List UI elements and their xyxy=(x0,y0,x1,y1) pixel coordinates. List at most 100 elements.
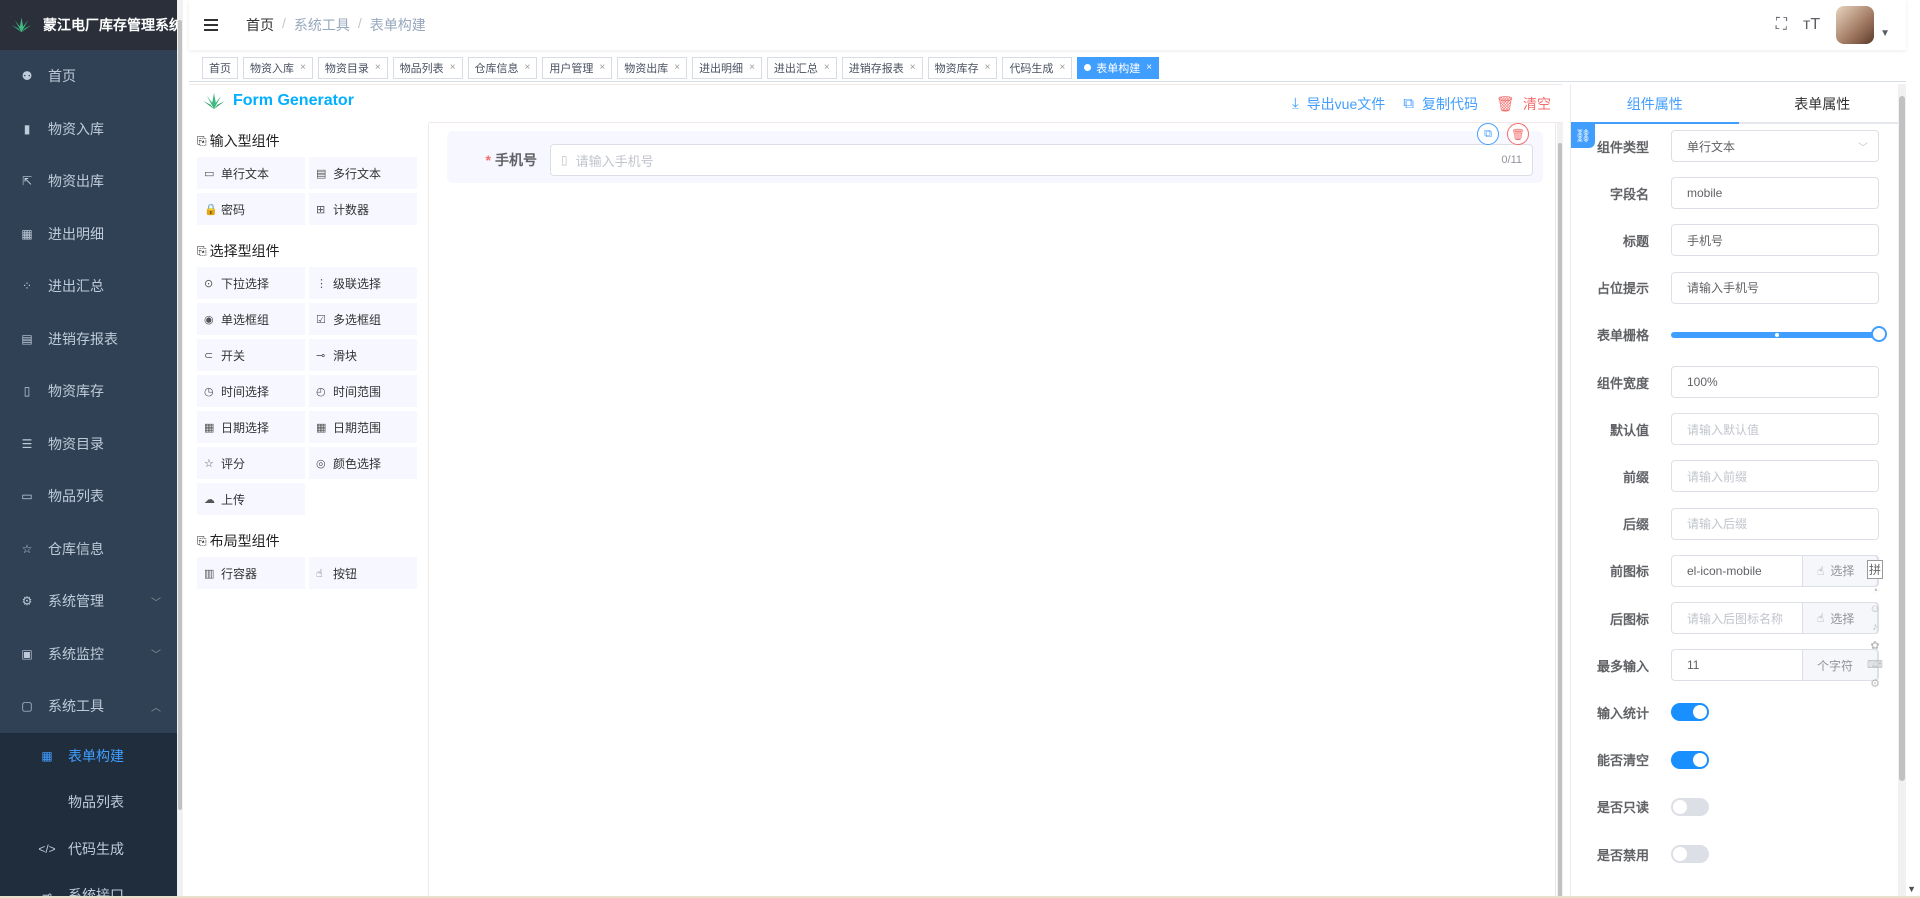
sidebar-item-6[interactable]: ▯ 物资库存 xyxy=(0,365,183,418)
component-item[interactable]: ⊂ 开关 xyxy=(197,339,305,371)
component-item[interactable]: ⊞ 计数器 xyxy=(309,193,417,225)
component-item[interactable]: ⊸ 滑块 xyxy=(309,339,417,371)
sidebar-item-2[interactable]: ⇱ 物资出库 xyxy=(0,155,183,208)
caret-down-icon[interactable]: ▼ xyxy=(1880,28,1890,39)
prop-input[interactable]: 手机号 xyxy=(1671,224,1879,257)
submenu-item-3[interactable]: ⊸ 系统接口 xyxy=(0,872,183,898)
sidebar-item-10[interactable]: ⚙ 系统管理 ﹀ xyxy=(0,575,183,628)
ime-keyboard-icon[interactable]: ⌨ xyxy=(1867,658,1883,671)
prop-input[interactable]: el-icon-mobile ☝ 选择 xyxy=(1671,554,1879,587)
prop-switch[interactable] xyxy=(1671,750,1709,769)
ime-pinyin-key[interactable]: 拼 xyxy=(1866,560,1883,579)
form-item-mobile[interactable]: * 手机号 ▯ 请输入手机号 0/11 ⧉ 🗑 xyxy=(447,123,1543,183)
component-item[interactable]: 🔒 密码 xyxy=(197,193,305,225)
close-icon[interactable]: × xyxy=(450,62,456,73)
close-icon[interactable]: × xyxy=(985,62,991,73)
prop-input[interactable]: 请输入后图标名称 ☝ 选择 xyxy=(1671,602,1879,634)
ime-skin-icon[interactable]: ✿ xyxy=(1870,639,1879,652)
mobile-input[interactable]: ▯ 请输入手机号 0/11 xyxy=(550,144,1533,176)
prop-input[interactable]: 11 个字符 xyxy=(1671,649,1879,682)
canvas-scrollbar[interactable] xyxy=(1557,123,1563,898)
close-icon[interactable]: × xyxy=(525,62,531,73)
close-icon[interactable]: × xyxy=(749,62,755,73)
tag-5[interactable]: 用户管理 × xyxy=(542,56,613,79)
submenu-item-1[interactable]: 物品列表 xyxy=(0,779,183,826)
tag-3[interactable]: 物品列表 × xyxy=(392,56,463,79)
submenu-item-2[interactable]: </> 代码生成 xyxy=(0,826,183,873)
sidebar-item-12[interactable]: ▢ 系统工具 ︿ xyxy=(0,680,183,733)
ime-settings-icon[interactable]: ⚙ xyxy=(1870,677,1880,690)
component-item[interactable]: ◎ 颜色选择 xyxy=(309,447,417,479)
component-item[interactable]: ◉ 单选框组 xyxy=(197,303,305,335)
close-icon[interactable]: × xyxy=(674,62,680,73)
component-item[interactable]: ▦ 日期选择 xyxy=(197,411,305,443)
export-vue-button[interactable]: ⤓ 导出vue文件 xyxy=(1292,94,1385,114)
component-item[interactable]: ⋮ 级联选择 xyxy=(309,267,417,299)
sidebar-scrollbar[interactable] xyxy=(177,0,183,898)
ime-punctuation-icon[interactable]: ◔ xyxy=(1872,585,1879,597)
tag-6[interactable]: 物资出库 × xyxy=(617,56,688,79)
tag-10[interactable]: 物资库存 × xyxy=(927,56,998,79)
sidebar-item-7[interactable]: ☰ 物资目录 xyxy=(0,418,183,471)
tag-7[interactable]: 进出明细 × xyxy=(692,56,762,79)
form-canvas[interactable]: * 手机号 ▯ 请输入手机号 0/11 ⧉ 🗑 xyxy=(429,123,1556,898)
ime-mic-icon[interactable]: ♪ xyxy=(1872,621,1878,633)
close-icon[interactable]: × xyxy=(1146,62,1152,73)
clear-button[interactable]: 🗑 清空 xyxy=(1496,94,1551,114)
tag-11[interactable]: 代码生成 × xyxy=(1002,56,1073,79)
prop-input[interactable]: 请输入默认值 xyxy=(1671,413,1879,446)
component-item[interactable]: ☁ 上传 xyxy=(197,483,305,515)
component-item[interactable]: ☆ 评分 xyxy=(197,447,305,479)
hamburger-icon[interactable] xyxy=(204,15,224,35)
ime-emoji-icon[interactable]: ☺ xyxy=(1869,603,1880,615)
font-size-icon[interactable]: ᴛT xyxy=(1803,16,1820,34)
sidebar-item-3[interactable]: ▦ 进出明细 xyxy=(0,208,183,261)
prop-switch[interactable] xyxy=(1671,797,1709,816)
component-item[interactable]: ☝ 按钮 xyxy=(309,557,417,589)
property-scrollbar[interactable] xyxy=(1898,84,1906,898)
delete-item-icon[interactable]: 🗑 xyxy=(1507,123,1529,145)
prop-input[interactable]: mobile xyxy=(1671,177,1879,210)
fullscreen-icon[interactable]: ⛶ xyxy=(1776,16,1787,34)
tag-9[interactable]: 进销存报表 × xyxy=(841,56,923,79)
close-icon[interactable]: × xyxy=(375,62,381,73)
tag-2[interactable]: 物资目录 × xyxy=(317,56,388,79)
tag-4[interactable]: 仓库信息 × xyxy=(467,56,538,79)
prop-input[interactable]: 请输入前缀 xyxy=(1671,460,1879,493)
component-item[interactable]: ▥ 行容器 xyxy=(197,557,305,589)
sidebar-item-1[interactable]: ▮ 物资入库 xyxy=(0,103,183,156)
scroll-down-icon[interactable]: ▼ xyxy=(1907,884,1916,894)
tag-12[interactable]: 表单构建 × xyxy=(1077,56,1160,79)
breadcrumb-home[interactable]: 首页 xyxy=(246,15,274,35)
tab-component-props[interactable]: 组件属性 xyxy=(1571,84,1739,122)
close-icon[interactable]: × xyxy=(910,62,916,73)
tag-8[interactable]: 进出汇总 × xyxy=(766,56,837,79)
component-item[interactable]: ☑ 多选框组 xyxy=(309,303,417,335)
submenu-item-0[interactable]: ▦ 表单构建 xyxy=(0,733,183,780)
sidebar-logo[interactable]: 蒙江电厂库存管理系统 xyxy=(0,0,183,50)
sidebar-item-4[interactable]: ⁘ 进出汇总 xyxy=(0,260,183,313)
component-item[interactable]: ⊙ 下拉选择 xyxy=(197,267,305,299)
close-icon[interactable]: × xyxy=(824,62,830,73)
sidebar-item-9[interactable]: ☆ 仓库信息 xyxy=(0,523,183,576)
sidebar-item-0[interactable]: ⚉ 首页 xyxy=(0,50,183,103)
avatar[interactable] xyxy=(1836,6,1875,44)
sidebar-item-8[interactable]: ▭ 物品列表 xyxy=(0,470,183,523)
close-icon[interactable]: × xyxy=(1059,62,1065,73)
tag-0[interactable]: 首页 xyxy=(202,56,238,79)
prop-input[interactable]: 100% xyxy=(1671,366,1879,398)
component-item[interactable]: ◴ 时间范围 xyxy=(309,375,417,407)
sidebar-item-5[interactable]: ▤ 进销存报表 xyxy=(0,313,183,366)
prop-switch[interactable] xyxy=(1671,703,1709,722)
copy-item-icon[interactable]: ⧉ xyxy=(1477,123,1499,145)
sidebar-item-11[interactable]: ▣ 系统监控 ﹀ xyxy=(0,628,183,681)
grid-span-slider[interactable] xyxy=(1671,325,1887,342)
component-item[interactable]: ◷ 时间选择 xyxy=(197,375,305,407)
component-item[interactable]: ▭ 单行文本 xyxy=(197,157,305,189)
component-item[interactable]: ▦ 日期范围 xyxy=(309,411,417,443)
slider-handle[interactable] xyxy=(1871,325,1887,342)
prop-input[interactable]: 请输入手机号 xyxy=(1671,271,1879,304)
component-item[interactable]: ▤ 多行文本 xyxy=(309,157,417,189)
tag-1[interactable]: 物资入库 × xyxy=(243,56,313,79)
prop-input[interactable]: 请输入后缀 xyxy=(1671,507,1879,540)
